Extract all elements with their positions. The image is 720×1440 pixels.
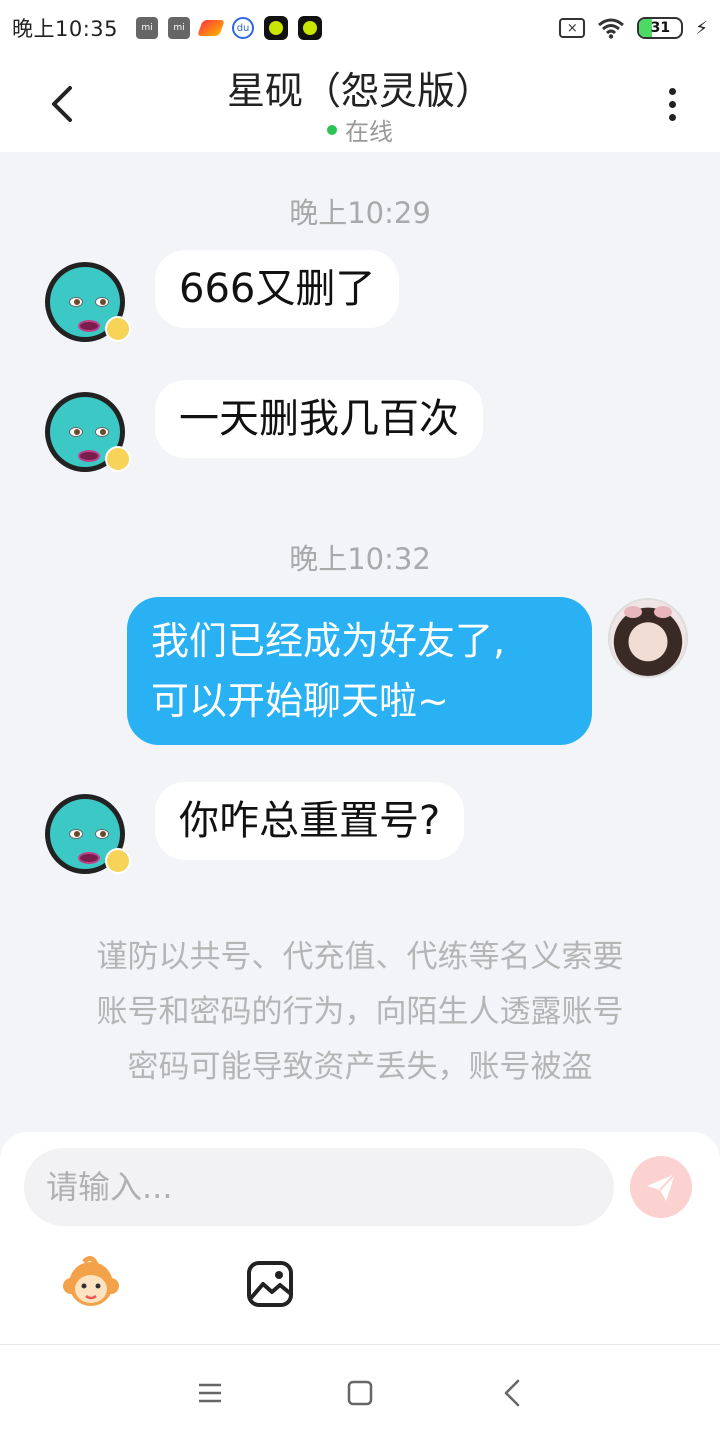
emoji-badge-icon (105, 848, 131, 874)
system-back-button[interactable] (492, 1373, 532, 1413)
mi-app-icon: mi (136, 17, 159, 39)
charging-icon: ⚡ (695, 17, 708, 39)
send-button[interactable] (630, 1156, 692, 1218)
message-line: 可以开始聊天啦~ (151, 679, 449, 723)
no-sim-icon: × (559, 18, 586, 38)
battery-icon: 31 (637, 17, 684, 39)
timestamp-divider: 晚上10:32 (289, 542, 431, 576)
notification-icons: mi mi du (136, 16, 323, 40)
message-input[interactable] (24, 1148, 614, 1226)
square-home-icon (347, 1380, 373, 1406)
emoji-badge-icon (105, 316, 131, 342)
wifi-icon (598, 18, 625, 39)
triangle-back-icon (504, 1379, 520, 1407)
timestamp-divider: 晚上10:29 (289, 196, 431, 230)
notice-line: 密码可能导致资产丢失，账号被盗 (127, 1049, 593, 1085)
online-status-label: 在线 (345, 118, 393, 146)
chat-title: 星砚（怨灵版） (226, 69, 493, 113)
status-time: 晚上10:35 (12, 17, 119, 41)
orange-app-icon (197, 20, 225, 36)
online-status: 在线 (0, 112, 720, 147)
status-bar: 晚上10:35 mi mi du × 31 ⚡ (0, 0, 720, 56)
outgoing-message[interactable]: 我们已经成为好友了, 可以开始聊天啦~ (127, 597, 592, 745)
menu-button[interactable] (190, 1373, 230, 1413)
image-icon (247, 1261, 293, 1307)
online-dot-icon (327, 124, 337, 135)
green-dot-app-icon (298, 16, 323, 40)
incoming-message[interactable]: 666又删了 (155, 250, 400, 328)
emoji-badge-icon (105, 446, 131, 472)
message-list[interactable]: 晚上10:29 666又删了 一天删我几百次 晚上10:32 我们已经成为好友了… (0, 152, 720, 1132)
paper-plane-icon (647, 1173, 676, 1201)
dot-icon (668, 87, 676, 95)
green-dot-app-icon (264, 16, 289, 40)
contact-avatar[interactable] (45, 262, 131, 342)
baidu-app-icon: du (232, 17, 255, 39)
notice-line: 谨防以共号、代充值、代练等名义索要 (96, 939, 624, 975)
monkey-emoji-icon (63, 1256, 119, 1306)
contact-avatar[interactable] (45, 794, 131, 874)
security-notice: 谨防以共号、代充值、代练等名义索要 账号和密码的行为，向陌生人透露账号 密码可能… (60, 930, 660, 1095)
image-button[interactable] (246, 1260, 294, 1308)
system-nav-bar (0, 1344, 720, 1440)
dot-icon (668, 113, 676, 121)
mi-app-icon: mi (168, 17, 191, 39)
incoming-message[interactable]: 一天删我几百次 (155, 380, 483, 458)
dot-icon (668, 100, 676, 108)
notice-line: 账号和密码的行为，向陌生人透露账号 (96, 994, 624, 1030)
more-options-button[interactable] (652, 80, 692, 128)
menu-icon (199, 1383, 221, 1403)
contact-avatar[interactable] (45, 392, 131, 472)
status-indicators: × 31 ⚡ (559, 17, 708, 39)
home-button[interactable] (340, 1373, 380, 1413)
composer (0, 1132, 720, 1344)
incoming-message[interactable]: 你咋总重置号? (155, 782, 465, 860)
chat-header: 星砚（怨灵版） 在线 (0, 56, 720, 152)
user-avatar[interactable] (608, 598, 688, 678)
battery-level: 31 (650, 20, 671, 36)
emoji-button[interactable] (62, 1256, 120, 1312)
message-line: 我们已经成为好友了, (151, 619, 506, 663)
